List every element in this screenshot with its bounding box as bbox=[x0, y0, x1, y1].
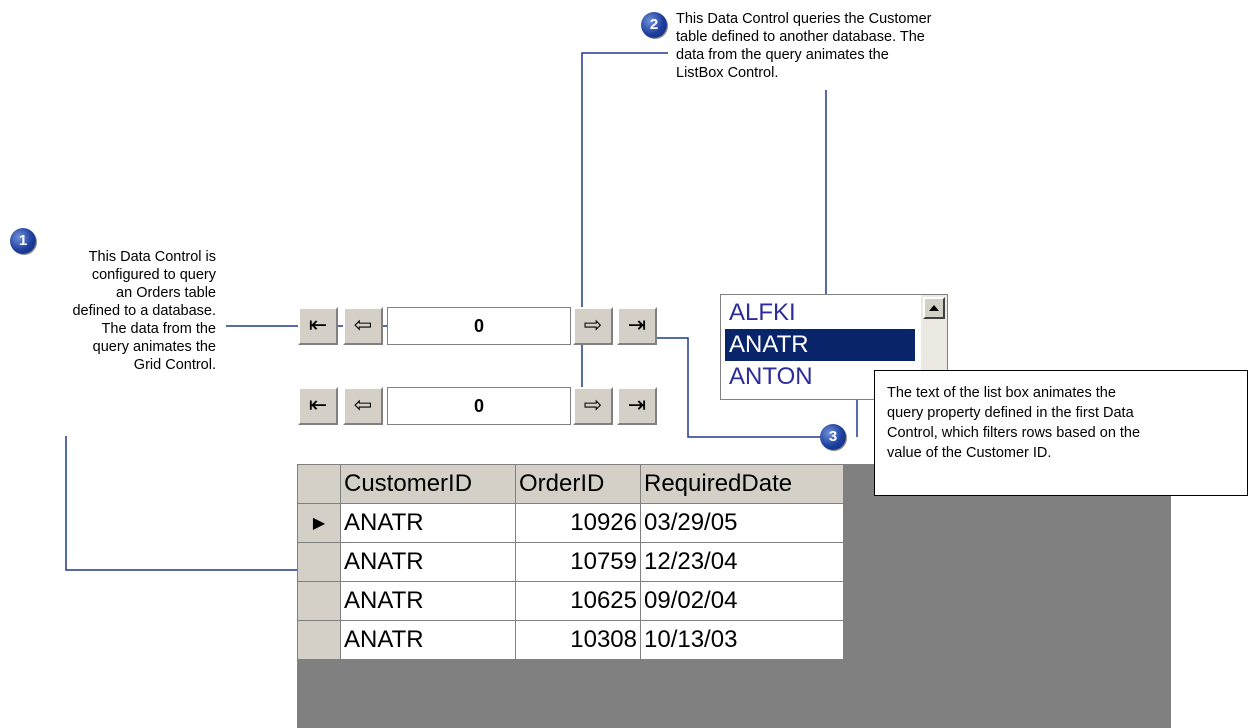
callout-1-line: defined to a database. bbox=[72, 303, 216, 319]
callout-3-box: The text of the list box animates the qu… bbox=[874, 370, 1248, 496]
cell-orderid[interactable]: 10625 bbox=[515, 581, 641, 621]
cell-requireddate[interactable]: 03/29/05 bbox=[640, 503, 844, 543]
table-row[interactable]: ANATR 10759 12/23/04 bbox=[297, 542, 844, 582]
callout-1-text: This Data Control is configured to query… bbox=[8, 248, 216, 374]
first-record-button[interactable]: ⇤ bbox=[298, 387, 338, 425]
callout-3-line: Control, which filters rows based on the bbox=[887, 425, 1141, 441]
current-row-marker-icon[interactable]: ▶ bbox=[297, 503, 341, 543]
callout-1-line: an Orders table bbox=[116, 285, 216, 301]
last-record-button[interactable]: ⇥ bbox=[617, 307, 657, 345]
callout-2-line: data from the query animates the bbox=[676, 47, 889, 63]
callout-2-line: ListBox Control. bbox=[676, 65, 779, 81]
cell-requireddate[interactable]: 12/23/04 bbox=[640, 542, 844, 582]
cell-customerid[interactable]: ANATR bbox=[340, 620, 516, 660]
callout-2-line: table defined to another database. The bbox=[676, 29, 925, 45]
listbox-item[interactable]: ALFKI bbox=[725, 297, 915, 329]
callout-3-line: value of the Customer ID. bbox=[887, 445, 1052, 461]
callout-2-text: This Data Control queries the Customer t… bbox=[676, 10, 1056, 82]
callout-1-line: configured to query bbox=[91, 267, 216, 283]
cell-customerid[interactable]: ANATR bbox=[340, 542, 516, 582]
listbox-item-selected[interactable]: ANATR bbox=[725, 329, 915, 361]
orders-grid[interactable]: CustomerID OrderID RequiredDate ▶ ANATR … bbox=[297, 464, 844, 660]
callout-1-line: query animates the bbox=[92, 339, 216, 355]
column-header-customerid[interactable]: CustomerID bbox=[340, 464, 516, 504]
cell-customerid[interactable]: ANATR bbox=[340, 581, 516, 621]
record-caption-field[interactable]: 0 bbox=[387, 307, 571, 345]
record-caption-field[interactable]: 0 bbox=[387, 387, 571, 425]
grid-corner-cell bbox=[297, 464, 341, 504]
last-record-button[interactable]: ⇥ bbox=[617, 387, 657, 425]
triangle-up-icon bbox=[929, 305, 939, 311]
column-header-requireddate[interactable]: RequiredDate bbox=[640, 464, 844, 504]
callout-2-line: This Data Control queries the Customer bbox=[676, 11, 932, 27]
cell-orderid[interactable]: 10926 bbox=[515, 503, 641, 543]
previous-record-button[interactable]: ⇦ bbox=[343, 307, 383, 345]
callout-3-badge: 3 bbox=[820, 424, 846, 450]
next-record-button[interactable]: ⇨ bbox=[573, 387, 613, 425]
row-selector[interactable] bbox=[297, 581, 341, 621]
row-selector[interactable] bbox=[297, 542, 341, 582]
callout-1-line: This Data Control is bbox=[88, 249, 216, 265]
table-row[interactable]: ANATR 10308 10/13/03 bbox=[297, 620, 844, 660]
cell-orderid[interactable]: 10308 bbox=[515, 620, 641, 660]
first-record-button[interactable]: ⇤ bbox=[298, 307, 338, 345]
table-row[interactable]: ▶ ANATR 10926 03/29/05 bbox=[297, 503, 844, 543]
cell-orderid[interactable]: 10759 bbox=[515, 542, 641, 582]
row-selector[interactable] bbox=[297, 620, 341, 660]
cell-customerid[interactable]: ANATR bbox=[340, 503, 516, 543]
callout-1-line: Grid Control. bbox=[133, 357, 216, 373]
next-record-button[interactable]: ⇨ bbox=[573, 307, 613, 345]
column-header-orderid[interactable]: OrderID bbox=[515, 464, 641, 504]
grid-header-row: CustomerID OrderID RequiredDate bbox=[297, 464, 844, 504]
callout-2-badge: 2 bbox=[641, 12, 667, 38]
callout-1-line: The data from the bbox=[101, 321, 216, 337]
callout-3-line: query property defined in the first Data bbox=[887, 405, 1134, 421]
previous-record-button[interactable]: ⇦ bbox=[343, 387, 383, 425]
cell-requireddate[interactable]: 09/02/04 bbox=[640, 581, 844, 621]
table-row[interactable]: ANATR 10625 09/02/04 bbox=[297, 581, 844, 621]
cell-requireddate[interactable]: 10/13/03 bbox=[640, 620, 844, 660]
scroll-up-button[interactable] bbox=[923, 297, 945, 319]
callout-3-line: The text of the list box animates the bbox=[887, 385, 1116, 401]
